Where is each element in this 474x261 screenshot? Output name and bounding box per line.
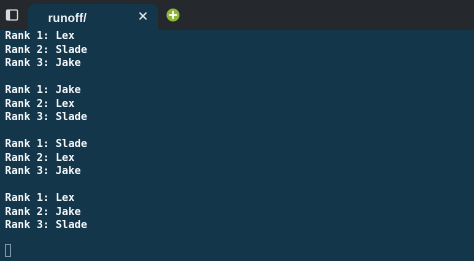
output-line: Rank 2: Lex <box>5 151 75 164</box>
panel-toggle-icon[interactable] <box>5 8 19 22</box>
tab-title: runoff/ <box>48 11 87 25</box>
close-icon[interactable] <box>137 10 149 22</box>
tab-runoff[interactable]: runoff/ <box>28 4 158 30</box>
output-line: Rank 2: Lex <box>5 97 75 110</box>
output-line: Rank 3: Slade <box>5 219 88 231</box>
terminal-cursor <box>5 243 11 257</box>
plus-icon[interactable] <box>166 8 180 22</box>
output-line: Rank 2: Slade <box>5 43 88 56</box>
output-block: Rank 1: Jake Rank 2: Lex Rank 3: Slade <box>5 84 470 125</box>
output-block: Rank 1: Slade Rank 2: Lex Rank 3: Jake <box>5 138 470 179</box>
output-line: Rank 1: Jake <box>5 84 81 96</box>
output-line: Rank 2: Jake <box>5 205 81 218</box>
tab-bar: runoff/ <box>0 0 474 30</box>
output-line: Rank 1: Slade <box>5 138 88 150</box>
output-line: Rank 3: Jake <box>5 57 81 69</box>
output-line: Rank 3: Slade <box>5 111 88 123</box>
output-line: Rank 1: Lex <box>5 192 75 204</box>
output-line: Rank 1: Lex <box>5 30 75 42</box>
output-block: Rank 1: Lex Rank 2: Jake Rank 3: Slade <box>5 192 470 233</box>
output-block: Rank 1: Lex Rank 2: Slade Rank 3: Jake <box>5 30 470 71</box>
terminal-output[interactable]: Rank 1: Lex Rank 2: Slade Rank 3: Jake R… <box>5 30 470 261</box>
output-line: Rank 3: Jake <box>5 165 81 177</box>
terminal-window: runoff/ Rank 1: Lex Rank 2: Slade Rank 3… <box>0 0 474 261</box>
